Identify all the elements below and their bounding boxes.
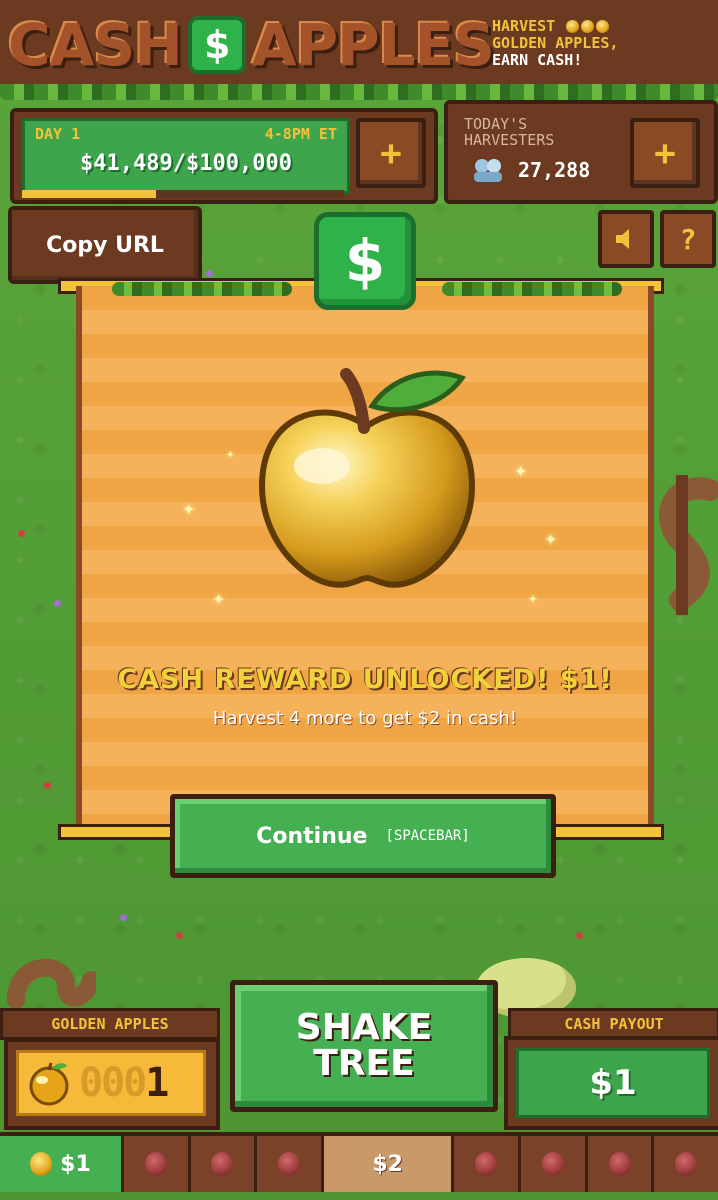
vine-decoration — [112, 282, 292, 296]
track-slot — [190, 1136, 258, 1192]
track-current-label: $1 — [60, 1151, 91, 1177]
sparkle-icon: ✦ — [226, 446, 235, 462]
tagline: HARVEST GOLDEN APPLES, EARN CASH! — [492, 18, 714, 69]
continue-shortcut-hint: [SPACEBAR] — [385, 828, 470, 844]
track-slot-milestone: $2 — [323, 1136, 455, 1192]
track-slot — [454, 1136, 521, 1192]
global-progress-bar — [22, 190, 344, 198]
harvesters-plus-button[interactable]: + — [630, 118, 700, 188]
harvesters-group-icon — [474, 159, 502, 182]
flower-decoration — [576, 932, 583, 939]
speaker-icon — [616, 229, 629, 249]
apple-icon — [608, 1152, 631, 1176]
golden-apple-icon — [596, 20, 610, 33]
sparkle-icon: ✦ — [182, 496, 196, 521]
golden-apples-digits-inactive: 000 — [79, 1060, 147, 1106]
harvesters-label: TODAY'S HARVESTERS — [464, 116, 554, 148]
golden-apple-icon — [258, 368, 476, 588]
track-milestone-label: $2 — [372, 1151, 403, 1177]
apple-icon — [144, 1152, 167, 1176]
reward-subtitle: Harvest 4 more to get $2 in cash! — [212, 708, 518, 729]
time-window-label: 4-8PM ET — [264, 125, 337, 143]
flower-decoration — [54, 600, 61, 607]
golden-apples-display: 0001 — [16, 1050, 206, 1116]
sparkle-icon: ✦ — [528, 588, 538, 607]
golden-apple-icon — [30, 1152, 53, 1176]
cash-payout-panel: $1 — [504, 1036, 718, 1130]
shake-tree-line2: TREE — [313, 1043, 415, 1084]
flower-decoration — [206, 270, 213, 277]
dollar-stump-left — [7, 958, 96, 1009]
flower-decoration — [176, 932, 183, 939]
global-cash-progress: $41,489/$100,000 — [80, 151, 292, 176]
harvesters-label-line2: HARVESTERS — [464, 131, 555, 149]
golden-apple-icon — [566, 20, 580, 33]
flower-decoration — [120, 914, 127, 921]
dollar-stump-right — [659, 475, 718, 615]
tagline-line3: EARN CASH! — [492, 51, 583, 69]
golden-apples-digits: 0001 — [79, 1060, 169, 1106]
track-slot — [521, 1136, 588, 1192]
help-button[interactable]: ? — [660, 210, 716, 268]
reward-track: $1 $2 — [0, 1132, 718, 1192]
reward-modal: ✦ ✦ ✦ ✦ ✦ ✦ CASH REWARD UNLOCKED! $1! Ha… — [76, 282, 654, 826]
continue-label: Continue — [256, 823, 368, 849]
global-progress-box: DAY 1 4-8PM ET $41,489/$100,000 — [22, 118, 350, 194]
track-slot — [257, 1136, 324, 1192]
apple-icon — [675, 1152, 698, 1176]
tagline-line2: GOLDEN APPLES, — [492, 34, 619, 52]
logo-word-cash: CASH — [8, 11, 183, 79]
continue-button[interactable]: Continue [SPACEBAR] — [170, 794, 556, 878]
copy-url-button[interactable]: Copy URL — [8, 206, 202, 284]
sound-button[interactable] — [598, 210, 654, 268]
golden-apple-icon — [581, 20, 595, 33]
apple-icon — [211, 1152, 234, 1176]
progress-plus-button[interactable]: + — [356, 118, 426, 188]
track-slot — [587, 1136, 655, 1192]
flower-decoration — [18, 530, 25, 537]
global-progress-panel: DAY 1 4-8PM ET $41,489/$100,000 + — [10, 108, 438, 204]
sparkle-icon: ✦ — [544, 526, 558, 551]
track-slot-current: $1 — [0, 1136, 124, 1192]
tagline-line1: HARVEST — [492, 17, 556, 35]
golden-apple-icon — [29, 1062, 69, 1106]
golden-apples-digits-active: 1 — [145, 1060, 169, 1106]
cash-payout-value: $1 — [516, 1048, 710, 1118]
vine-decoration — [0, 84, 718, 100]
flower-decoration — [44, 782, 51, 789]
logo-dollar-badge: $ — [187, 16, 246, 74]
header-banner: CASH $ APPLES HARVEST GOLDEN APPLES, EAR… — [0, 0, 718, 96]
apple-icon — [475, 1152, 498, 1176]
track-slot — [123, 1136, 191, 1192]
golden-apples-counter: 0001 — [4, 1038, 220, 1130]
vine-decoration — [442, 282, 622, 296]
shake-tree-button[interactable]: SHAKE TREE — [230, 980, 498, 1112]
harvesters-count: 27,288 — [518, 158, 591, 182]
apple-icon — [278, 1152, 301, 1176]
day-label: DAY 1 — [35, 125, 81, 143]
golden-apples-label: GOLDEN APPLES — [0, 1008, 220, 1040]
harvesters-label-line1: TODAY'S — [464, 115, 528, 133]
global-progress-fill — [22, 190, 156, 198]
sparkle-icon: ✦ — [212, 586, 226, 611]
apple-icon — [541, 1152, 564, 1176]
game-logo: CASH $ APPLES — [8, 10, 495, 80]
track-slot — [654, 1136, 718, 1192]
cash-reward-badge: $ — [314, 212, 416, 310]
reward-title: CASH REWARD UNLOCKED! $1! — [117, 664, 613, 695]
shake-tree-line1: SHAKE — [295, 1007, 433, 1048]
harvesters-panel: TODAY'S HARVESTERS 27,288 + — [444, 100, 718, 204]
sparkle-icon: ✦ — [514, 458, 528, 483]
logo-word-apples: APPLES — [251, 11, 495, 79]
